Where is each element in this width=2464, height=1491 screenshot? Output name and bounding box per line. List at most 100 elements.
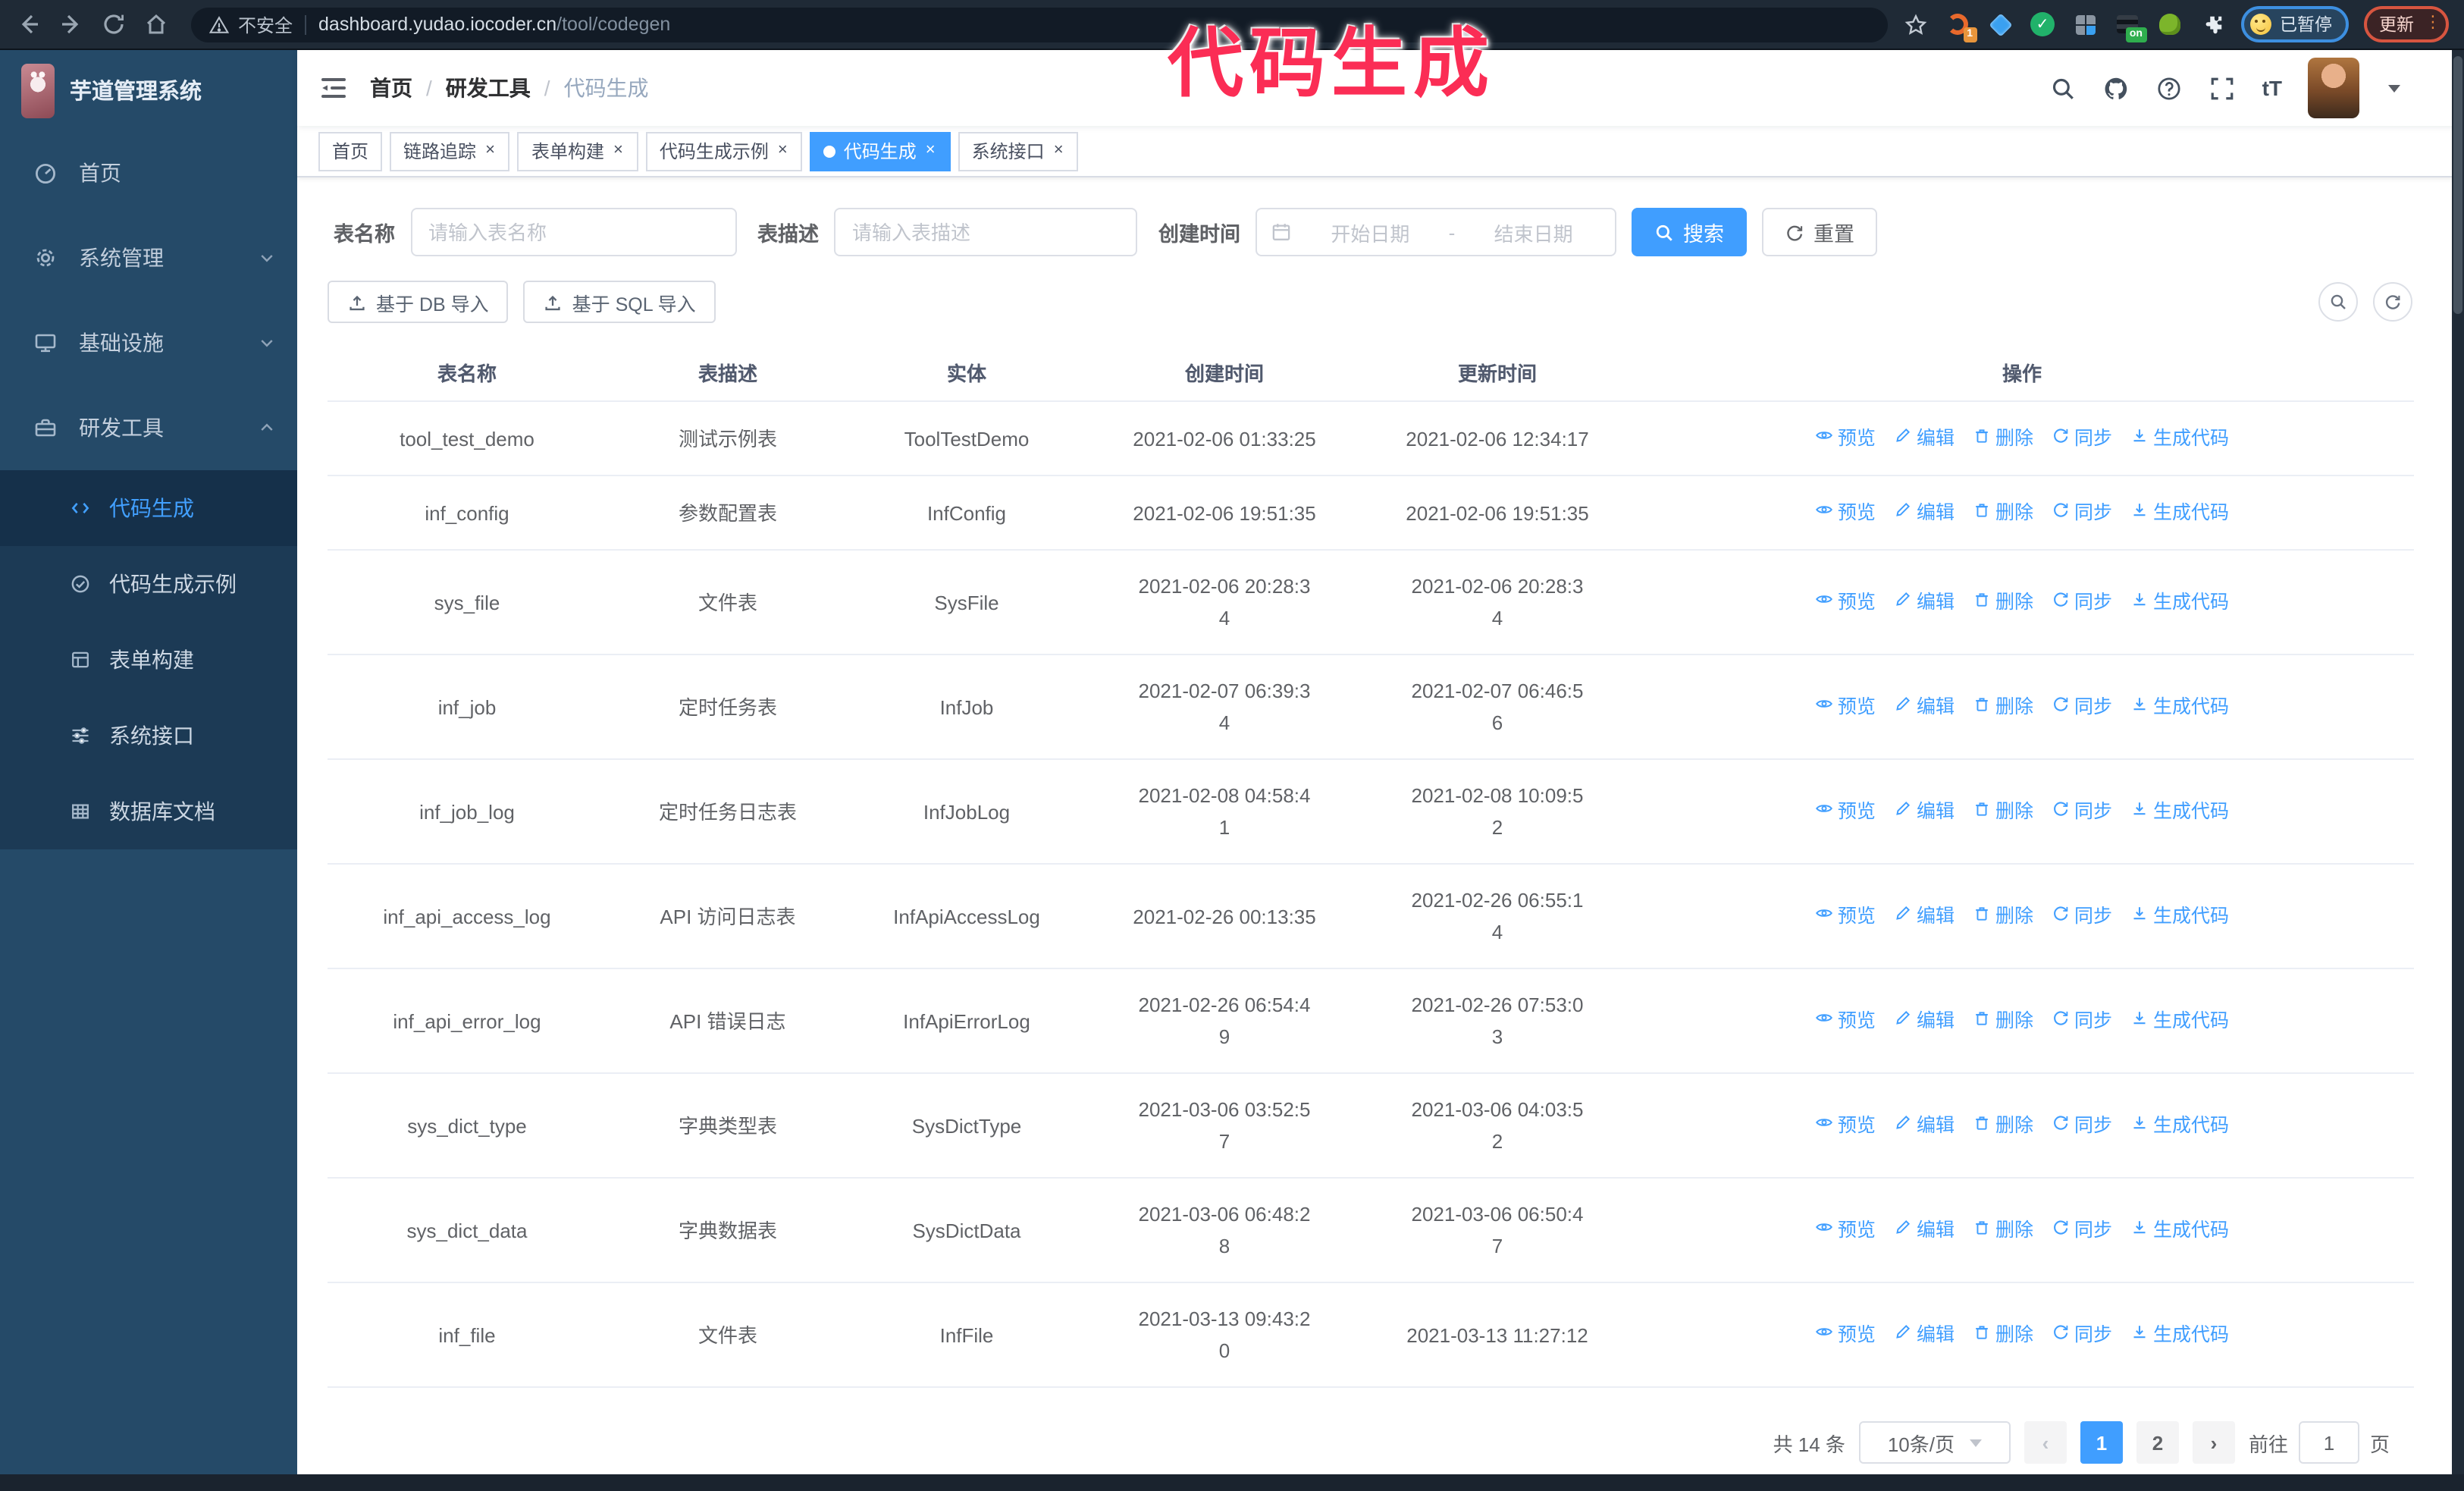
action-删除[interactable]: 删除 xyxy=(1973,796,2033,828)
action-编辑[interactable]: 编辑 xyxy=(1894,587,1955,619)
action-生成代码[interactable]: 生成代码 xyxy=(2130,901,2229,933)
sidebar-subitem-表单构建[interactable]: 表单构建 xyxy=(0,622,297,698)
browser-back-icon[interactable] xyxy=(15,11,42,38)
action-生成代码[interactable]: 生成代码 xyxy=(2130,692,2229,724)
refresh-table-button[interactable] xyxy=(2373,282,2412,322)
action-编辑[interactable]: 编辑 xyxy=(1894,1006,1955,1037)
action-编辑[interactable]: 编辑 xyxy=(1894,901,1955,933)
search-button[interactable]: 搜索 xyxy=(1632,208,1747,256)
action-编辑[interactable]: 编辑 xyxy=(1894,692,1955,724)
action-删除[interactable]: 删除 xyxy=(1973,498,2033,529)
sidebar-item-首页[interactable]: 首页 xyxy=(0,130,297,215)
sidebar-subitem-代码生成[interactable]: 代码生成 xyxy=(0,470,297,546)
app-logo[interactable]: 芋道管理系统 xyxy=(0,50,297,130)
tab-close-icon[interactable]: × xyxy=(612,141,625,161)
action-同步[interactable]: 同步 xyxy=(2052,423,2112,455)
action-预览[interactable]: 预览 xyxy=(1815,1110,1876,1142)
scrollbar-thumb[interactable] xyxy=(2453,56,2462,314)
action-生成代码[interactable]: 生成代码 xyxy=(2130,1006,2229,1037)
action-同步[interactable]: 同步 xyxy=(2052,1110,2112,1142)
page-scrollbar[interactable] xyxy=(2452,50,2464,1474)
action-预览[interactable]: 预览 xyxy=(1815,1320,1876,1351)
action-预览[interactable]: 预览 xyxy=(1815,1006,1876,1037)
action-同步[interactable]: 同步 xyxy=(2052,901,2112,933)
create-time-range-picker[interactable]: 开始日期 - 结束日期 xyxy=(1256,208,1616,256)
action-预览[interactable]: 预览 xyxy=(1815,692,1876,724)
action-编辑[interactable]: 编辑 xyxy=(1894,423,1955,455)
action-预览[interactable]: 预览 xyxy=(1815,498,1876,529)
action-生成代码[interactable]: 生成代码 xyxy=(2130,796,2229,828)
tab-close-icon[interactable]: × xyxy=(484,141,497,161)
action-同步[interactable]: 同步 xyxy=(2052,587,2112,619)
extension-key-icon[interactable] xyxy=(2157,11,2183,37)
tab-close-icon[interactable]: × xyxy=(776,141,789,161)
action-同步[interactable]: 同步 xyxy=(2052,692,2112,724)
tab-close-icon[interactable]: × xyxy=(924,141,937,161)
action-生成代码[interactable]: 生成代码 xyxy=(2130,498,2229,529)
action-删除[interactable]: 删除 xyxy=(1973,1006,2033,1037)
page-button-2[interactable]: 2 xyxy=(2136,1421,2179,1464)
action-预览[interactable]: 预览 xyxy=(1815,587,1876,619)
table-desc-input[interactable] xyxy=(834,208,1137,256)
action-同步[interactable]: 同步 xyxy=(2052,1320,2112,1351)
extension-check-icon[interactable]: ✓ xyxy=(2030,11,2055,37)
tab-系统接口[interactable]: 系统接口 × xyxy=(958,131,1079,171)
action-预览[interactable]: 预览 xyxy=(1815,901,1876,933)
sidebar-subitem-数据库文档[interactable]: 数据库文档 xyxy=(0,774,297,849)
help-icon[interactable] xyxy=(2156,74,2183,102)
action-生成代码[interactable]: 生成代码 xyxy=(2130,423,2229,455)
action-预览[interactable]: 预览 xyxy=(1815,1215,1876,1247)
tab-链路追踪[interactable]: 链路追踪 × xyxy=(390,131,510,171)
goto-page-input[interactable] xyxy=(2298,1421,2359,1464)
tab-代码生成[interactable]: 代码生成 × xyxy=(810,131,951,171)
tab-首页[interactable]: 首页 xyxy=(318,131,383,171)
page-size-select[interactable]: 10条/页 xyxy=(1858,1421,2011,1464)
extension-grid-icon[interactable] xyxy=(2072,11,2098,37)
action-删除[interactable]: 删除 xyxy=(1973,1215,2033,1247)
browser-update-button[interactable]: 更新 ⋮ xyxy=(2364,6,2449,42)
action-删除[interactable]: 删除 xyxy=(1973,1110,2033,1142)
start-date-placeholder[interactable]: 开始日期 xyxy=(1303,218,1438,246)
sidebar-subitem-系统接口[interactable]: 系统接口 xyxy=(0,698,297,774)
action-预览[interactable]: 预览 xyxy=(1815,423,1876,455)
import-db-button[interactable]: 基于 DB 导入 xyxy=(328,281,509,323)
action-预览[interactable]: 预览 xyxy=(1815,796,1876,828)
action-编辑[interactable]: 编辑 xyxy=(1894,1215,1955,1247)
user-avatar[interactable] xyxy=(2308,58,2359,118)
action-删除[interactable]: 删除 xyxy=(1973,1320,2033,1351)
tab-代码生成示例[interactable]: 代码生成示例 × xyxy=(645,131,803,171)
action-生成代码[interactable]: 生成代码 xyxy=(2130,587,2229,619)
search-icon[interactable] xyxy=(2050,74,2077,102)
action-同步[interactable]: 同步 xyxy=(2052,498,2112,529)
prev-page-button[interactable]: ‹ xyxy=(2024,1421,2067,1464)
font-size-icon[interactable]: tT xyxy=(2262,76,2282,100)
tab-close-icon[interactable]: × xyxy=(1052,141,1065,161)
sidebar-item-研发工具[interactable]: 研发工具 xyxy=(0,385,297,470)
github-icon[interactable] xyxy=(2103,74,2130,102)
action-编辑[interactable]: 编辑 xyxy=(1894,1110,1955,1142)
extensions-puzzle-icon[interactable] xyxy=(2199,11,2225,37)
import-sql-button[interactable]: 基于 SQL 导入 xyxy=(523,281,716,323)
extension-gem-icon[interactable] xyxy=(1987,11,2013,37)
browser-home-icon[interactable] xyxy=(143,11,170,38)
action-编辑[interactable]: 编辑 xyxy=(1894,498,1955,529)
table-name-input[interactable] xyxy=(410,208,736,256)
end-date-placeholder[interactable]: 结束日期 xyxy=(1466,218,1601,246)
action-同步[interactable]: 同步 xyxy=(2052,1006,2112,1037)
action-删除[interactable]: 删除 xyxy=(1973,692,2033,724)
action-同步[interactable]: 同步 xyxy=(2052,796,2112,828)
next-page-button[interactable]: › xyxy=(2192,1421,2235,1464)
fullscreen-icon[interactable] xyxy=(2209,74,2237,102)
breadcrumb-devtools[interactable]: 研发工具 xyxy=(446,73,531,103)
tab-表单构建[interactable]: 表单构建 × xyxy=(517,131,638,171)
action-同步[interactable]: 同步 xyxy=(2052,1215,2112,1247)
action-编辑[interactable]: 编辑 xyxy=(1894,796,1955,828)
action-删除[interactable]: 删除 xyxy=(1973,587,2033,619)
action-删除[interactable]: 删除 xyxy=(1973,423,2033,455)
user-menu-caret-icon[interactable] xyxy=(2388,84,2400,92)
page-button-1[interactable]: 1 xyxy=(2080,1421,2123,1464)
action-生成代码[interactable]: 生成代码 xyxy=(2130,1320,2229,1351)
action-生成代码[interactable]: 生成代码 xyxy=(2130,1215,2229,1247)
action-生成代码[interactable]: 生成代码 xyxy=(2130,1110,2229,1142)
reset-button[interactable]: 重置 xyxy=(1762,208,1877,256)
